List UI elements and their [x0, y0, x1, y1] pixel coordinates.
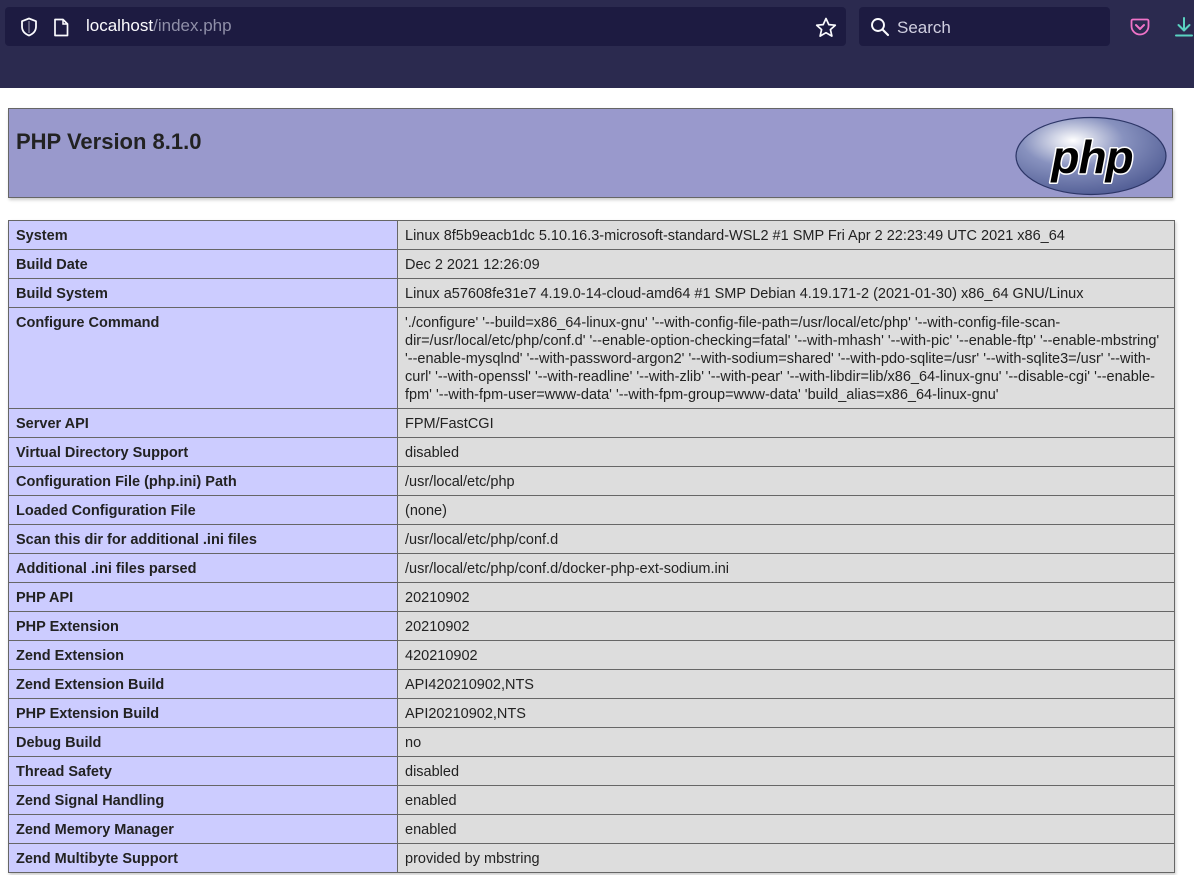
table-row: Zend Memory Manager enabled [8, 814, 1175, 844]
row-label: Debug Build [8, 727, 398, 757]
row-label: System [8, 220, 398, 250]
row-value: (none) [397, 495, 1175, 525]
table-row: System Linux 8f5b9eacb1dc 5.10.16.3-micro… [8, 220, 1175, 250]
table-row: Virtual Directory Support disabled [8, 437, 1175, 467]
row-label: Zend Extension Build [8, 669, 398, 699]
table-row: Scan this dir for additional .ini files /… [8, 524, 1175, 554]
row-value: disabled [397, 437, 1175, 467]
row-label: PHP API [8, 582, 398, 612]
row-label: PHP Extension Build [8, 698, 398, 728]
table-row: Additional .ini files parsed/usr/local/e… [8, 553, 1175, 583]
table-row: Zend Signal Handling enabled [8, 785, 1175, 815]
download-icon[interactable] [1174, 16, 1194, 38]
php-info-table: System Linux 8f5b9eacb1dc 5.10.16.3-micro… [8, 220, 1175, 873]
table-row: Loaded Configuration File (none) [8, 495, 1175, 525]
php-logo: php php [1015, 116, 1167, 196]
table-row: Thread Safety disabled [8, 756, 1175, 786]
table-row: Debug Build no [8, 727, 1175, 757]
table-row: Configuration File (php.ini) Path/usr/lo… [8, 466, 1175, 496]
url-host: localhost [86, 16, 154, 35]
php-version-header: PHP Version 8.1.0 php php [8, 108, 1173, 198]
row-label: Build Date [8, 249, 398, 279]
row-value: './configure' '--build=x86_64-linux-gnu'… [397, 307, 1175, 409]
row-value: enabled [397, 814, 1175, 844]
row-value: provided by mbstring [397, 843, 1175, 873]
row-label: Server API [8, 408, 398, 438]
row-value: API20210902,NTS [397, 698, 1175, 728]
row-value: Linux 8f5b9eacb1dc 5.10.16.3-microsoft-s… [397, 220, 1175, 250]
table-row: Zend Extension 420210902 [8, 640, 1175, 670]
row-value: enabled [397, 785, 1175, 815]
page-icon [54, 18, 69, 37]
row-label: Build System [8, 278, 398, 308]
row-label: Zend Memory Manager [8, 814, 398, 844]
table-row: Build System Linux a57608fe31e7 4.19.0-14… [8, 278, 1175, 308]
star-icon[interactable] [815, 17, 837, 38]
table-row: Configure Command './configure' '--build=… [8, 307, 1175, 409]
table-row: Zend Multibyte Support provided by mbstri… [8, 843, 1175, 873]
search-placeholder: Search [897, 18, 951, 37]
row-value: /usr/local/etc/php/conf.d [397, 524, 1175, 554]
row-label: Zend Multibyte Support [8, 843, 398, 873]
row-label: Zend Signal Handling [8, 785, 398, 815]
table-row: PHP API 20210902 [8, 582, 1175, 612]
row-value: Linux a57608fe31e7 4.19.0-14-cloud-amd64… [397, 278, 1175, 308]
row-value: Dec 2 2021 12:26:09 [397, 249, 1175, 279]
table-row: Server API FPM/FastCGI [8, 408, 1175, 438]
row-label: Thread Safety [8, 756, 398, 786]
row-label: Zend Extension [8, 640, 398, 670]
page-title: PHP Version 8.1.0 [16, 129, 202, 154]
search-icon [871, 18, 890, 37]
row-value: 20210902 [397, 611, 1175, 641]
php-logo-text-fill: php [1049, 131, 1132, 183]
shield-icon[interactable] [19, 17, 39, 37]
table-row: PHP Extension Build API20210902,NTS [8, 698, 1175, 728]
row-value: /usr/local/etc/php/conf.d/docker-php-ext… [397, 553, 1175, 583]
row-value: API420210902,NTS [397, 669, 1175, 699]
row-label: PHP Extension [8, 611, 398, 641]
row-value: FPM/FastCGI [397, 408, 1175, 438]
row-value: 20210902 [397, 582, 1175, 612]
row-value: /usr/local/etc/php [397, 466, 1175, 496]
table-row: PHP Extension 20210902 [8, 611, 1175, 641]
table-row: Build Date Dec 2 2021 12:26:09 [8, 249, 1175, 279]
row-label: Additional .ini files parsed [8, 553, 398, 583]
row-value: no [397, 727, 1175, 757]
row-label: Configure Command [8, 307, 398, 409]
row-value: disabled [397, 756, 1175, 786]
search-box[interactable]: Search [859, 7, 1110, 46]
address-bar[interactable]: localhost/index.php [5, 7, 846, 46]
url-path: /index.php [153, 16, 232, 35]
table-row: Zend Extension Build API420210902,NTS [8, 669, 1175, 699]
url-text[interactable]: localhost/index.php [86, 15, 232, 37]
row-label: Scan this dir for additional .ini files [8, 524, 398, 554]
row-label: Virtual Directory Support [8, 437, 398, 467]
row-label: Loaded Configuration File [8, 495, 398, 525]
pocket-icon[interactable] [1130, 18, 1150, 37]
browser-toolbar: localhost/index.php Search [0, 0, 1194, 88]
row-value: 420210902 [397, 640, 1175, 670]
row-label: Configuration File (php.ini) Path [8, 466, 398, 496]
